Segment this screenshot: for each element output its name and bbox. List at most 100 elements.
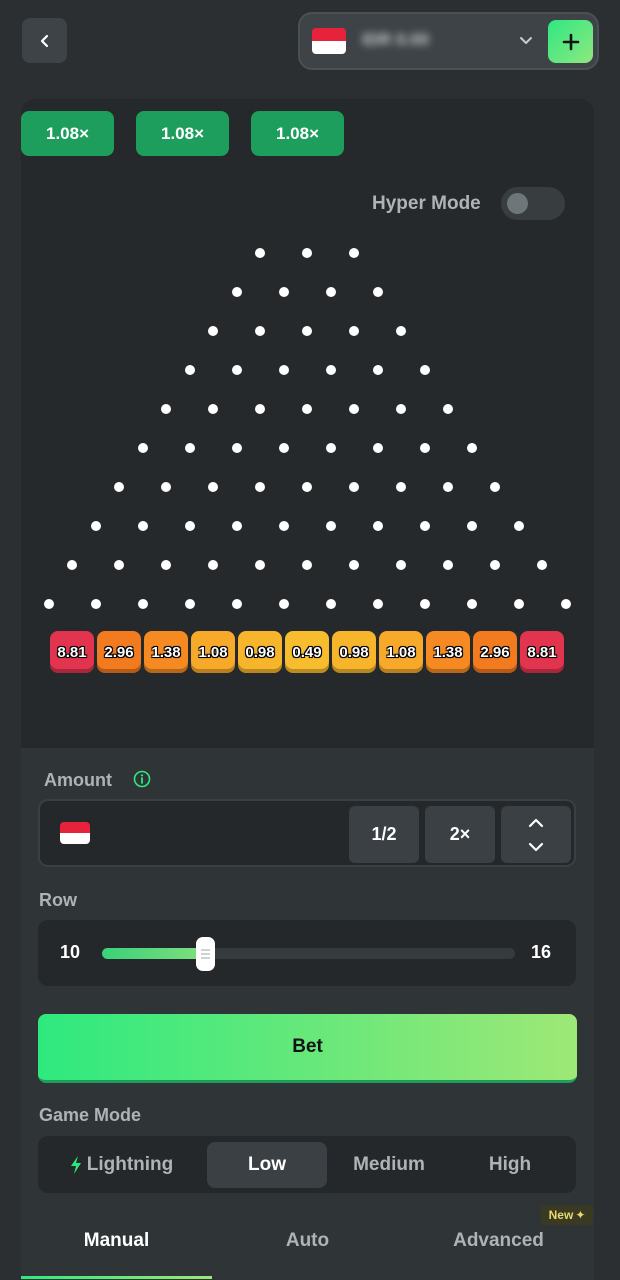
- peg: [560, 599, 571, 609]
- mode-tab-high[interactable]: High: [450, 1142, 570, 1188]
- peg: [419, 365, 430, 375]
- peg: [396, 482, 406, 492]
- tab-advanced[interactable]: Advanced: [403, 1230, 594, 1252]
- plinko-board: 1.08× 1.08× 1.08× Hyper Mode 8.81 2.96 1.3…: [21, 99, 594, 748]
- mode-tab-label: Low: [248, 1154, 286, 1175]
- peg: [231, 521, 242, 531]
- peg: [466, 599, 477, 609]
- peg: [255, 482, 265, 492]
- game-mode-label: Game Mode: [39, 1105, 142, 1125]
- row-max-value: 16: [531, 942, 552, 962]
- multiplier-slot: 0.98: [332, 631, 376, 673]
- indonesia-flag-icon: [312, 28, 346, 54]
- peg: [443, 404, 453, 414]
- peg: [255, 326, 265, 336]
- plus-icon: [562, 33, 579, 50]
- row-slider-thumb[interactable]: [196, 937, 216, 971]
- peg: [184, 521, 195, 531]
- chevron-left-icon: [40, 34, 48, 47]
- half-amount-button[interactable]: 1/2: [349, 806, 419, 863]
- peg: [137, 599, 148, 609]
- peg: [278, 599, 289, 609]
- peg: [349, 482, 359, 492]
- peg: [396, 326, 406, 336]
- peg: [325, 365, 336, 375]
- peg: [443, 560, 453, 570]
- peg: [443, 482, 453, 492]
- multiplier-slot: 8.81: [50, 631, 94, 673]
- peg: [137, 521, 148, 531]
- double-amount-button[interactable]: 2×: [425, 806, 495, 863]
- multiplier-slot: 1.38: [144, 631, 188, 673]
- bet-type-tabs: Manual Auto Advanced: [21, 1210, 594, 1280]
- info-icon[interactable]: [133, 770, 151, 788]
- peg: [325, 287, 336, 297]
- balance-selector[interactable]: IDR 0.00: [298, 12, 599, 70]
- peg: [325, 599, 336, 609]
- new-badge-label: New: [548, 1208, 574, 1222]
- peg: [161, 482, 171, 492]
- bet-control-panel: Amount 1/2 2× Row 10 16 Bet Game Mode Li…: [21, 748, 594, 1280]
- peg: [372, 443, 383, 453]
- multiplier-slot: 8.81: [520, 631, 564, 673]
- peg: [208, 560, 218, 570]
- peg: [490, 560, 500, 570]
- peg: [349, 326, 359, 336]
- peg: [231, 443, 242, 453]
- multiplier-slot: 0.98: [238, 631, 282, 673]
- multiplier-slot: 1.08: [191, 631, 235, 673]
- peg: [372, 365, 383, 375]
- peg: [325, 443, 336, 453]
- add-funds-button[interactable]: [548, 20, 593, 63]
- peg: [43, 599, 54, 609]
- multiplier-slot: 1.38: [426, 631, 470, 673]
- peg: [372, 599, 383, 609]
- peg: [302, 560, 312, 570]
- bet-button[interactable]: Bet: [38, 1014, 577, 1083]
- peg: [184, 443, 195, 453]
- peg: [302, 248, 312, 258]
- mode-tab-medium[interactable]: Medium: [328, 1142, 450, 1188]
- new-badge: New ✦: [541, 1205, 593, 1225]
- multiplier-slot: 2.96: [473, 631, 517, 673]
- mode-tab-low[interactable]: Low: [207, 1142, 327, 1188]
- mode-tab-label: High: [488, 1154, 532, 1175]
- amount-input[interactable]: 1/2 2×: [38, 799, 576, 867]
- peg: [372, 521, 383, 531]
- chevron-updown-icon: [528, 818, 544, 851]
- peg: [349, 404, 359, 414]
- mode-tab-lightning[interactable]: Lightning: [44, 1142, 198, 1188]
- peg: [231, 287, 242, 297]
- tab-manual[interactable]: Manual: [21, 1230, 212, 1252]
- peg: [114, 482, 124, 492]
- peg: [231, 599, 242, 609]
- peg: [184, 365, 195, 375]
- peg: [114, 560, 124, 570]
- row-min-value: 10: [60, 942, 81, 962]
- balance-amount: IDR 0.00: [362, 30, 430, 49]
- amount-stepper-button[interactable]: [501, 806, 571, 863]
- peg: [396, 560, 406, 570]
- multiplier-slot: 0.49: [285, 631, 329, 673]
- peg: [396, 404, 406, 414]
- peg: [513, 599, 524, 609]
- peg: [67, 560, 77, 570]
- peg: [349, 560, 359, 570]
- peg: [278, 443, 289, 453]
- row-label: Row: [39, 890, 77, 910]
- top-bar: IDR 0.00: [0, 0, 620, 82]
- peg: [161, 404, 171, 414]
- peg: [278, 521, 289, 531]
- peg: [184, 599, 195, 609]
- peg: [161, 560, 171, 570]
- row-slider-track[interactable]: [102, 937, 515, 971]
- tab-auto[interactable]: Auto: [212, 1230, 403, 1252]
- multiplier-slot: 1.08: [379, 631, 423, 673]
- multiplier-slot: 2.96: [97, 631, 141, 673]
- peg: [90, 599, 101, 609]
- peg: [208, 326, 218, 336]
- row-slider-container: 10 16: [38, 920, 576, 986]
- peg: [302, 482, 312, 492]
- back-button[interactable]: [22, 18, 67, 63]
- peg: [466, 443, 477, 453]
